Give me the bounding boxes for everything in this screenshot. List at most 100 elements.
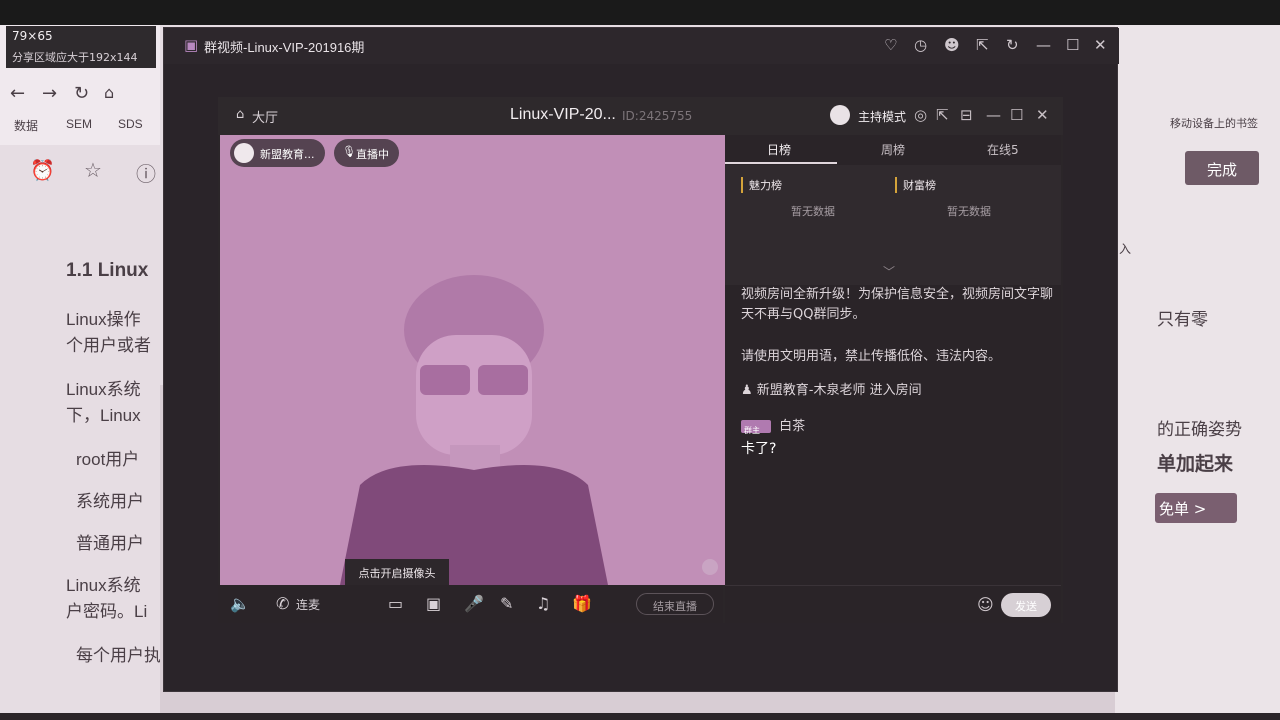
video-app-icon: ▣ [184, 36, 199, 54]
live-room-window: ⌂ 大厅 Linux-VIP-20... ID:2425755 主持模式 ◎ ⇱… [218, 97, 1063, 623]
live-status-pill: 🎙 直播中 [334, 139, 399, 167]
article-line: root用户 [76, 450, 140, 469]
group-video-titlebar: ▣ 群视频-Linux-VIP-201916期 ♡ ◷ ☻ ⇱ ↻ — ☐ ✕ [164, 28, 1119, 64]
default-avatar-illustration [340, 275, 608, 585]
minimize-icon[interactable]: — [1036, 36, 1051, 54]
chat-input-bar[interactable]: ☺ 发送 [725, 585, 1061, 623]
refresh-icon[interactable]: ↻ [74, 83, 89, 104]
share-icon[interactable]: ⇱ [976, 36, 989, 54]
done-button[interactable]: 完成 [1185, 151, 1259, 185]
microphone-icon[interactable]: 🎤 [464, 594, 484, 613]
home-icon[interactable]: ⌂ [236, 107, 244, 122]
chat-area: 视频房间全新升级！为保护信息安全，视频房间文字聊天不再与QQ群同步。 请使用文明… [725, 285, 1061, 585]
edit-icon[interactable]: ✎ [500, 594, 513, 613]
tab-daily[interactable]: 日榜 [767, 141, 791, 158]
speaker-icon[interactable]: 🔈 [230, 594, 250, 613]
music-icon[interactable]: ♫ [536, 594, 550, 613]
gift-icon[interactable]: 🎁 [572, 594, 592, 613]
camera-tooltip: 点击开启摄像头 [345, 559, 449, 585]
rank-board: 魅力榜 财富榜 暂无数据 暂无数据 ﹀ [725, 165, 1061, 285]
bookmark-sds[interactable]: SDS [118, 117, 143, 131]
rule-notice: 请使用文明用语，禁止传播低俗、违法内容。 [741, 349, 1002, 364]
close-icon[interactable]: ✕ [1036, 106, 1049, 124]
free-order-button[interactable]: 免单 > [1155, 493, 1237, 523]
connect-mic-label[interactable]: 连麦 [296, 596, 320, 613]
host-mode-label[interactable]: 主持模式 [858, 108, 906, 125]
charm-rank-empty: 暂无数据 [791, 205, 835, 218]
host-avatar [234, 143, 254, 163]
chevron-down-icon[interactable]: ﹀ [883, 263, 895, 280]
back-icon[interactable]: ← [10, 83, 25, 104]
refresh-icon[interactable]: ↻ [1006, 36, 1019, 54]
article-line: Linux系统 [66, 576, 141, 595]
background-right-column: 移动设备上的书签 完成 入 只有零 的正确姿势 单加起来 免单 > [1115, 25, 1280, 720]
maximize-icon[interactable]: ☐ [1010, 106, 1023, 124]
rank-tabs: 日榜 周榜 在线5 [725, 135, 1061, 164]
room-id: ID:2425755 [622, 109, 693, 123]
message-sender: 群主 白茶 [741, 417, 805, 437]
article-line: 下，Linux [66, 406, 141, 425]
end-live-button[interactable]: 结束直播 [636, 593, 714, 615]
video-area[interactable]: 新盟教育... 🎙 直播中 点击开启摄像头 [220, 135, 725, 585]
owner-badge-label: 群主 [744, 426, 760, 435]
alarm-icon[interactable]: ⏰ [30, 158, 55, 182]
article-line: Linux系统 [66, 380, 141, 399]
pin-icon[interactable]: ⊟ [960, 106, 973, 124]
article-line: 普通用户 [76, 534, 144, 553]
bookmark-data[interactable]: 数据 [14, 117, 38, 134]
star-icon[interactable]: ☆ [84, 158, 102, 182]
article-line: 个用户或者 [66, 336, 151, 355]
taskbar [0, 713, 1280, 720]
sender-name[interactable]: 白茶 [779, 419, 805, 434]
settings-icon[interactable]: ◎ [914, 106, 927, 124]
minimize-icon[interactable]: — [986, 106, 1001, 124]
maximize-icon[interactable]: ☐ [1066, 36, 1079, 54]
promo-text: 单加起来 [1157, 454, 1234, 475]
clock-icon[interactable]: ◷ [914, 36, 927, 54]
side-panel: 日榜 周榜 在线5 魅力榜 财富榜 暂无数据 暂无数据 ﹀ 视频房间全新升级！为… [725, 135, 1061, 623]
selection-size-tag: 79×65 分享区域应大于192x144 [6, 26, 156, 68]
heart-icon[interactable]: ♡ [884, 36, 897, 54]
host-pill[interactable]: 新盟教育... [230, 139, 325, 167]
host-pill-label: 新盟教育... [260, 148, 315, 161]
tab-indicator [725, 162, 837, 164]
avatar-icon[interactable]: ☻ [944, 36, 960, 54]
enter-notice-text: 新盟教育-木泉老师 进入房间 [756, 383, 922, 398]
article-line: Linux操作 [66, 310, 141, 329]
info-icon[interactable]: ⓘ [136, 158, 156, 187]
tab-weekly[interactable]: 周榜 [881, 141, 905, 158]
emoji-icon[interactable]: ☺ [977, 595, 994, 614]
phone-icon[interactable]: ✆ [276, 594, 289, 613]
camera-off-icon[interactable]: ▭ [388, 594, 403, 613]
screen-share-icon[interactable]: ▣ [426, 594, 441, 613]
mobile-bookmarks[interactable]: 移动设备上的书签 [1170, 115, 1258, 131]
live-status-label: 直播中 [356, 148, 389, 161]
control-bar: 🔈 ✆ 连麦 ▭ ▣ 🎤 ✎ ♫ 🎁 结束直播 [218, 585, 723, 623]
promo-text: 的正确姿势 [1157, 420, 1242, 439]
wealth-rank-title: 财富榜 [895, 177, 936, 193]
info-dot-icon[interactable] [702, 559, 718, 575]
wealth-rank-empty: 暂无数据 [947, 205, 991, 218]
selection-size: 79×65 [12, 29, 53, 43]
selection-hint: 分享区域应大于192x144 [12, 51, 138, 64]
popout-icon[interactable]: ⇱ [936, 106, 949, 124]
forward-icon[interactable]: → [42, 83, 57, 104]
avatar-glasses-right [478, 365, 528, 395]
live-room-titlebar: ⌂ 大厅 Linux-VIP-20... ID:2425755 主持模式 ◎ ⇱… [218, 97, 1063, 135]
send-button[interactable]: 发送 [1001, 593, 1051, 617]
user-icon: ♟ [741, 383, 753, 398]
host-avatar [830, 105, 850, 125]
login-link[interactable]: 入 [1119, 240, 1131, 257]
article-line: 户密码。Li [66, 602, 148, 621]
home-icon[interactable]: ⌂ [104, 83, 114, 102]
article-line: 每个用户执 [76, 646, 161, 665]
mic-icon: 🎙 [342, 145, 356, 158]
group-video-title: 群视频-Linux-VIP-201916期 [204, 40, 365, 55]
room-name: Linux-VIP-20... [510, 106, 616, 123]
close-icon[interactable]: ✕ [1094, 36, 1107, 54]
hall-link[interactable]: 大厅 [252, 107, 278, 126]
article-line: 系统用户 [76, 492, 144, 511]
bookmark-sem[interactable]: SEM [66, 117, 92, 131]
system-notice: 视频房间全新升级！为保护信息安全，视频房间文字聊天不再与QQ群同步。 [741, 287, 1054, 322]
tab-online[interactable]: 在线5 [987, 141, 1019, 158]
